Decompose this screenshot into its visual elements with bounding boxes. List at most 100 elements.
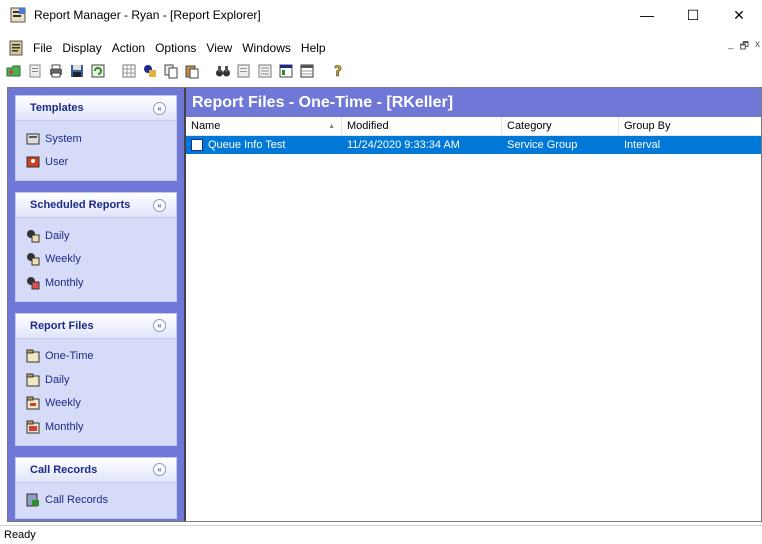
properties-icon[interactable] [278, 63, 294, 79]
help-icon[interactable]: ? [330, 63, 346, 79]
status-text: Ready [4, 529, 36, 541]
group-header-scheduled-reports[interactable]: Scheduled Reports « [16, 193, 176, 218]
app-icon [10, 7, 26, 23]
report-list-icon[interactable] [257, 63, 273, 79]
new-icon[interactable] [27, 63, 43, 79]
collapse-icon[interactable]: « [153, 319, 166, 332]
sidebar-item-label: Weekly [45, 397, 81, 410]
mdi-close-button[interactable]: x [755, 39, 760, 56]
report-file-icon [191, 139, 203, 151]
group-report-files: Report Files « One-Time Daily Weekly Mon… [15, 312, 177, 446]
table-icon[interactable] [299, 63, 315, 79]
cell-category: Service Group [507, 139, 578, 151]
refresh-icon[interactable] [90, 63, 106, 79]
column-headers: Name ▲ Modified Category Group By [186, 117, 761, 136]
group-title: Templates [30, 102, 84, 114]
window-title: Report Manager - Ryan - [Report Explorer… [34, 8, 261, 22]
group-header-templates[interactable]: Templates « [16, 96, 176, 121]
sidebar-item-files-monthly[interactable]: Monthly [26, 415, 176, 439]
paste-icon[interactable] [184, 63, 200, 79]
column-header-category[interactable]: Category [502, 117, 619, 135]
schedule-icon[interactable] [142, 63, 158, 79]
collapse-icon[interactable]: « [153, 198, 166, 212]
report-file-icon [26, 396, 40, 410]
sidebar-item-scheduled-daily[interactable]: Daily [26, 224, 176, 248]
report-icon[interactable] [236, 63, 252, 79]
sidebar-item-scheduled-monthly[interactable]: Monthly [26, 271, 176, 295]
cell-name-text: Queue Info Test [208, 139, 286, 151]
binoculars-icon[interactable] [215, 63, 231, 79]
mdi-restore-button[interactable]: 🗗 [740, 39, 749, 56]
menu-file[interactable]: File [28, 41, 57, 55]
main-area: Templates « System User Scheduled Report… [7, 87, 762, 522]
collapse-icon[interactable]: « [153, 101, 166, 115]
template-user-icon [26, 156, 40, 168]
group-title: Call Records [30, 463, 98, 476]
column-label: Modified [347, 120, 389, 132]
sidebar-item-label: User [45, 156, 69, 169]
sidebar-item-system[interactable]: System [26, 127, 176, 151]
minimize-button[interactable]: — [624, 0, 670, 30]
menu-options[interactable]: Options [150, 41, 201, 55]
sidebar-item-files-weekly[interactable]: Weekly [26, 392, 176, 416]
column-header-group-by[interactable]: Group By [619, 117, 761, 135]
mdi-controls: _ 🗗 x [728, 39, 760, 56]
group-scheduled-reports: Scheduled Reports « Daily Weekly Monthly [15, 192, 177, 302]
menu-windows[interactable]: Windows [237, 41, 296, 55]
column-label: Name [191, 120, 221, 132]
call-records-icon [26, 493, 39, 507]
title-bar: Report Manager - Ryan - [Report Explorer… [0, 0, 762, 30]
document-icon[interactable] [8, 40, 24, 56]
sidebar-item-call-records[interactable]: Call Records [26, 489, 176, 513]
sort-ascending-icon: ▲ [328, 122, 335, 130]
report-file-icon [26, 373, 40, 387]
column-header-name[interactable]: Name ▲ [186, 117, 342, 135]
column-header-modified[interactable]: Modified [342, 117, 502, 135]
sidebar-item-label: Call Records [45, 494, 108, 507]
status-bar: Ready [0, 525, 762, 544]
sidebar-item-label: Monthly [45, 276, 84, 289]
scheduled-report-icon [27, 253, 40, 266]
copy-icon[interactable] [163, 63, 179, 79]
sidebar-item-files-one-time[interactable]: One-Time [26, 345, 176, 369]
column-label: Group By [624, 120, 671, 132]
sidebar-item-user[interactable]: User [26, 151, 176, 175]
print-icon[interactable] [48, 63, 64, 79]
sidebar-item-label: Daily [45, 373, 70, 386]
group-header-call-records[interactable]: Call Records « [16, 457, 176, 483]
maximize-button[interactable]: ☐ [670, 0, 716, 30]
menu-view[interactable]: View [201, 41, 237, 55]
grid-icon[interactable] [121, 63, 137, 79]
menu-bar: File Display Action Options View Windows… [0, 38, 762, 57]
group-header-report-files[interactable]: Report Files « [16, 313, 176, 339]
close-button[interactable]: ✕ [716, 0, 762, 30]
sidebar-item-label: Monthly [45, 420, 84, 433]
report-file-icon [26, 349, 40, 363]
sidebar-item-label: System [45, 132, 82, 145]
group-templates: Templates « System User [15, 95, 177, 181]
column-label: Category [507, 120, 552, 132]
save-icon[interactable] [69, 63, 85, 79]
scheduled-report-icon [27, 229, 40, 243]
content-header: Report Files - One-Time - [RKeller] [186, 88, 761, 117]
sidebar-item-scheduled-weekly[interactable]: Weekly [26, 248, 176, 272]
group-call-records: Call Records « Call Records [15, 456, 177, 519]
menu-help[interactable]: Help [296, 41, 331, 55]
menu-action[interactable]: Action [107, 41, 150, 55]
cell-group-by: Interval [624, 139, 661, 151]
group-title: Report Files [30, 319, 94, 332]
svg-text:?: ? [334, 64, 342, 79]
sidebar: Templates « System User Scheduled Report… [8, 88, 184, 521]
sidebar-item-files-daily[interactable]: Daily [26, 368, 176, 392]
collapse-icon[interactable]: « [153, 463, 166, 476]
menu-display[interactable]: Display [57, 41, 106, 55]
open-icon[interactable] [6, 63, 22, 79]
mdi-minimize-button[interactable]: _ [728, 39, 734, 56]
sidebar-item-label: Daily [45, 229, 70, 242]
sidebar-item-label: One-Time [45, 350, 94, 363]
group-title: Scheduled Reports [30, 199, 131, 211]
table-row[interactable]: Queue Info Test 11/24/2020 9:33:34 AM Se… [186, 136, 761, 154]
report-file-icon [26, 420, 40, 434]
sidebar-item-label: Weekly [45, 253, 81, 266]
cell-modified: 11/24/2020 9:33:34 AM [347, 139, 460, 151]
